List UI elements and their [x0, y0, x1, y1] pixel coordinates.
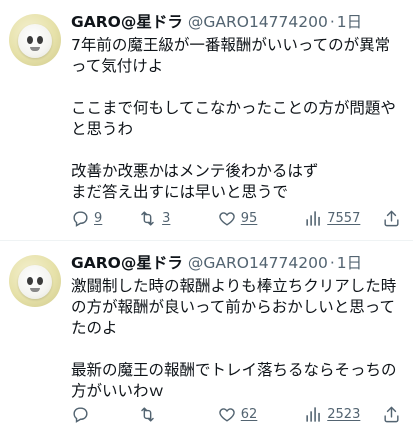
reply-button[interactable]: 9 — [71, 209, 137, 228]
tweet-actions: 9 3 95 7557 — [71, 209, 401, 228]
author-handle[interactable]: @GARO14774200 — [188, 12, 328, 32]
like-button[interactable]: 95 — [217, 209, 304, 228]
tweet-line: 方がいいわｗ — [71, 382, 165, 400]
views-count: 7557 — [327, 211, 361, 226]
retweet-button[interactable]: 3 — [137, 209, 217, 228]
views-icon — [306, 211, 321, 226]
author-name[interactable]: GARO@星ドラ — [71, 253, 183, 273]
tweet-line: 最新の魔王の報酬でトレイ落ちるならそっちの — [71, 361, 397, 379]
views-button[interactable]: 7557 — [304, 209, 382, 228]
separator-dot: · — [329, 13, 335, 31]
like-count: 62 — [240, 407, 258, 422]
tweet-line: まだ答え出すには早いと思うで — [71, 183, 289, 201]
retweet-icon — [141, 211, 154, 226]
reply-icon — [73, 407, 88, 423]
timestamp[interactable]: 1日 — [337, 253, 362, 273]
retweet-button[interactable] — [137, 405, 217, 424]
tweet-line: の方が報酬が良いって前からおかしいと思って — [71, 298, 395, 316]
reply-count: 9 — [94, 211, 103, 226]
views-icon — [306, 407, 321, 422]
tweet-header: GARO@星ドラ @GARO14774200 · 1日 — [71, 253, 401, 275]
tweet[interactable]: GARO@星ドラ @GARO14774200 · 1日 激闘制した時の報酬よりも… — [0, 241, 413, 440]
avatar[interactable] — [9, 255, 61, 307]
views-count: 2523 — [327, 407, 361, 422]
share-button[interactable] — [382, 209, 401, 228]
tweet-text: 7年前の魔王級が一番報酬がいいってのが異常 って気付けよ ここまで何もしてこなか… — [71, 35, 401, 203]
tweet-line: ここまで何もしてこなかったことの方が問題や — [71, 99, 396, 117]
reply-icon — [73, 211, 88, 227]
share-icon — [384, 210, 399, 227]
tweet-header: GARO@星ドラ @GARO14774200 · 1日 — [71, 12, 401, 34]
like-button[interactable]: 62 — [217, 405, 304, 424]
reply-button[interactable] — [71, 405, 137, 424]
tweet-line: たのよ — [71, 319, 118, 337]
tweet-line: って気付けよ — [71, 57, 164, 75]
views-button[interactable]: 2523 — [304, 405, 382, 424]
share-icon — [384, 406, 399, 423]
tweet-text: 激闘制した時の報酬よりも棒立ちクリアした時 の方が報酬が良いって前からおかしいと… — [71, 276, 401, 402]
retweet-count: 3 — [162, 211, 171, 226]
like-icon — [219, 408, 235, 422]
timestamp[interactable]: 1日 — [337, 12, 362, 32]
separator-dot: · — [329, 254, 335, 272]
tweet-line: 7年前の魔王級が一番報酬がいいってのが異常 — [71, 36, 391, 54]
tweet-line: 激闘制した時の報酬よりも棒立ちクリアした時 — [71, 277, 397, 295]
tweet-actions: 62 2523 — [71, 405, 401, 424]
retweet-icon — [141, 407, 154, 422]
avatar[interactable] — [9, 14, 61, 66]
author-name[interactable]: GARO@星ドラ — [71, 12, 183, 32]
share-button[interactable] — [382, 405, 401, 424]
tweet-line: と思うわ — [71, 120, 134, 138]
like-icon — [219, 212, 235, 226]
tweet-line: 改善か改悪かはメンテ後わかるはず — [71, 162, 319, 180]
tweet[interactable]: GARO@星ドラ @GARO14774200 · 1日 7年前の魔王級が一番報酬… — [0, 0, 413, 241]
author-handle[interactable]: @GARO14774200 — [188, 253, 328, 273]
like-count: 95 — [240, 211, 258, 226]
